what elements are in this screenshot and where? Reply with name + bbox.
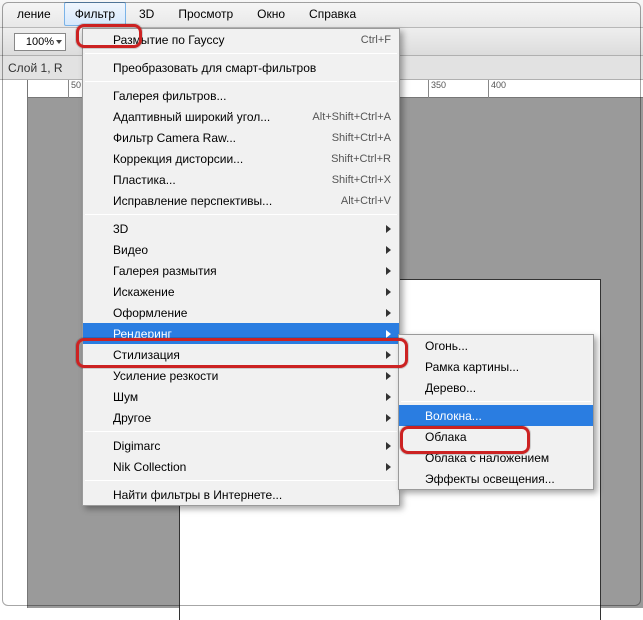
menu-item-label: Галерея размытия	[113, 264, 391, 278]
menu-окно[interactable]: Окно	[246, 2, 296, 26]
menu-item-label: Волокна...	[425, 409, 585, 423]
filter-menu-item[interactable]: Усиление резкости	[83, 365, 399, 386]
filter-menu-item[interactable]: Адаптивный широкий угол... Alt+Shift+Ctrl…	[83, 106, 399, 127]
menu-shortcut: Alt+Ctrl+V	[341, 195, 391, 207]
menu-item-label: Оформление	[113, 306, 391, 320]
menu-справка[interactable]: Справка	[298, 2, 367, 26]
filter-menu-item[interactable]: Видео	[83, 239, 399, 260]
menu-separator	[85, 81, 397, 82]
filter-menu-item[interactable]: Digimarc	[83, 435, 399, 456]
menu-3d[interactable]: 3D	[128, 2, 165, 26]
menu-shortcut: Shift+Ctrl+A	[332, 132, 391, 144]
menu-item-label: Видео	[113, 243, 391, 257]
rendering-submenu-item[interactable]: Волокна...	[399, 405, 593, 426]
menu-separator	[85, 431, 397, 432]
menu-item-label: 3D	[113, 222, 391, 236]
rendering-submenu: Огонь... Рамка картины... Дерево... Волокна…	[398, 334, 594, 490]
rendering-submenu-item[interactable]: Дерево...	[399, 377, 593, 398]
menu-item-label: Рендеринг	[113, 327, 391, 341]
rendering-submenu-item[interactable]: Эффекты освещения...	[399, 468, 593, 489]
menu-item-label: Огонь...	[425, 339, 585, 353]
filter-menu-item[interactable]: Фильтр Camera Raw... Shift+Ctrl+A	[83, 127, 399, 148]
filter-menu-item[interactable]: Оформление	[83, 302, 399, 323]
ruler-vertical	[0, 80, 28, 608]
menu-shortcut: Shift+Ctrl+R	[331, 153, 391, 165]
menu-item-label: Преобразовать для смарт-фильтров	[113, 61, 391, 75]
filter-menu-item[interactable]: Преобразовать для смарт-фильтров	[83, 57, 399, 78]
menu-item-label: Шум	[113, 390, 391, 404]
rendering-submenu-item[interactable]: Рамка картины...	[399, 356, 593, 377]
menu-shortcut: Shift+Ctrl+X	[332, 174, 391, 186]
filter-menu-item[interactable]: Шум	[83, 386, 399, 407]
filter-menu-item[interactable]: Искажение	[83, 281, 399, 302]
filter-menu-item[interactable]: Исправление перспективы... Alt+Ctrl+V	[83, 190, 399, 211]
menu-item-label: Пластика...	[113, 173, 320, 187]
menu-separator	[85, 214, 397, 215]
filter-menu-item[interactable]: Размытие по Гауссу Ctrl+F	[83, 29, 399, 50]
tab-title: Слой 1, R	[8, 61, 63, 75]
menu-item-label: Дерево...	[425, 381, 585, 395]
menu-item-label: Nik Collection	[113, 460, 391, 474]
chevron-right-icon	[386, 246, 391, 254]
rendering-submenu-item[interactable]: Облака	[399, 426, 593, 447]
menu-ление[interactable]: ление	[6, 2, 62, 26]
menu-фильтр[interactable]: Фильтр	[64, 2, 126, 26]
chevron-right-icon	[386, 267, 391, 275]
menu-item-label: Рамка картины...	[425, 360, 585, 374]
menu-item-label: Эффекты освещения...	[425, 472, 585, 486]
filter-menu-item[interactable]: Nik Collection	[83, 456, 399, 477]
menu-item-label: Адаптивный широкий угол...	[113, 110, 300, 124]
menu-separator	[85, 480, 397, 481]
menu-item-label: Усиление резкости	[113, 369, 391, 383]
filter-menu-item[interactable]: Коррекция дисторсии... Shift+Ctrl+R	[83, 148, 399, 169]
rendering-submenu-item[interactable]: Облака с наложением	[399, 447, 593, 468]
menu-separator	[401, 401, 591, 402]
chevron-right-icon	[386, 442, 391, 450]
menu-item-label: Коррекция дисторсии...	[113, 152, 319, 166]
ruler-tick: 50	[68, 80, 81, 98]
ruler-tick: 400	[488, 80, 506, 98]
menu-просмотр[interactable]: Просмотр	[167, 2, 244, 26]
ruler-tick: 350	[428, 80, 446, 98]
filter-menu-item[interactable]: 3D	[83, 218, 399, 239]
chevron-right-icon	[386, 288, 391, 296]
filter-menu-item[interactable]: Найти фильтры в Интернете...	[83, 484, 399, 505]
filter-menu-item[interactable]: Рендеринг	[83, 323, 399, 344]
menu-shortcut: Alt+Shift+Ctrl+A	[312, 111, 391, 123]
menu-item-label: Стилизация	[113, 348, 391, 362]
menu-item-label: Другое	[113, 411, 391, 425]
menu-item-label: Галерея фильтров...	[113, 89, 391, 103]
menu-item-label: Digimarc	[113, 439, 391, 453]
filter-menu-item[interactable]: Галерея размытия	[83, 260, 399, 281]
menubar: лениеФильтр3DПросмотрОкноСправка	[0, 0, 643, 28]
menu-item-label: Исправление перспективы...	[113, 194, 329, 208]
filter-menu: Размытие по Гауссу Ctrl+F Преобразовать дл…	[82, 28, 400, 506]
zoom-select[interactable]: 100%	[14, 33, 66, 51]
menu-item-label: Найти фильтры в Интернете...	[113, 488, 391, 502]
menu-item-label: Размытие по Гауссу	[113, 33, 349, 47]
menu-item-label: Облака с наложением	[425, 451, 585, 465]
chevron-right-icon	[386, 225, 391, 233]
menu-separator	[85, 53, 397, 54]
filter-menu-item[interactable]: Пластика... Shift+Ctrl+X	[83, 169, 399, 190]
filter-menu-item[interactable]: Галерея фильтров...	[83, 85, 399, 106]
chevron-right-icon	[386, 330, 391, 338]
menu-item-label: Искажение	[113, 285, 391, 299]
menu-item-label: Фильтр Camera Raw...	[113, 131, 320, 145]
menu-item-label: Облака	[425, 430, 585, 444]
chevron-right-icon	[386, 309, 391, 317]
menu-shortcut: Ctrl+F	[361, 34, 391, 46]
chevron-right-icon	[386, 463, 391, 471]
filter-menu-item[interactable]: Стилизация	[83, 344, 399, 365]
filter-menu-item[interactable]: Другое	[83, 407, 399, 428]
chevron-right-icon	[386, 414, 391, 422]
rendering-submenu-item[interactable]: Огонь...	[399, 335, 593, 356]
chevron-right-icon	[386, 393, 391, 401]
chevron-right-icon	[386, 372, 391, 380]
chevron-right-icon	[386, 351, 391, 359]
